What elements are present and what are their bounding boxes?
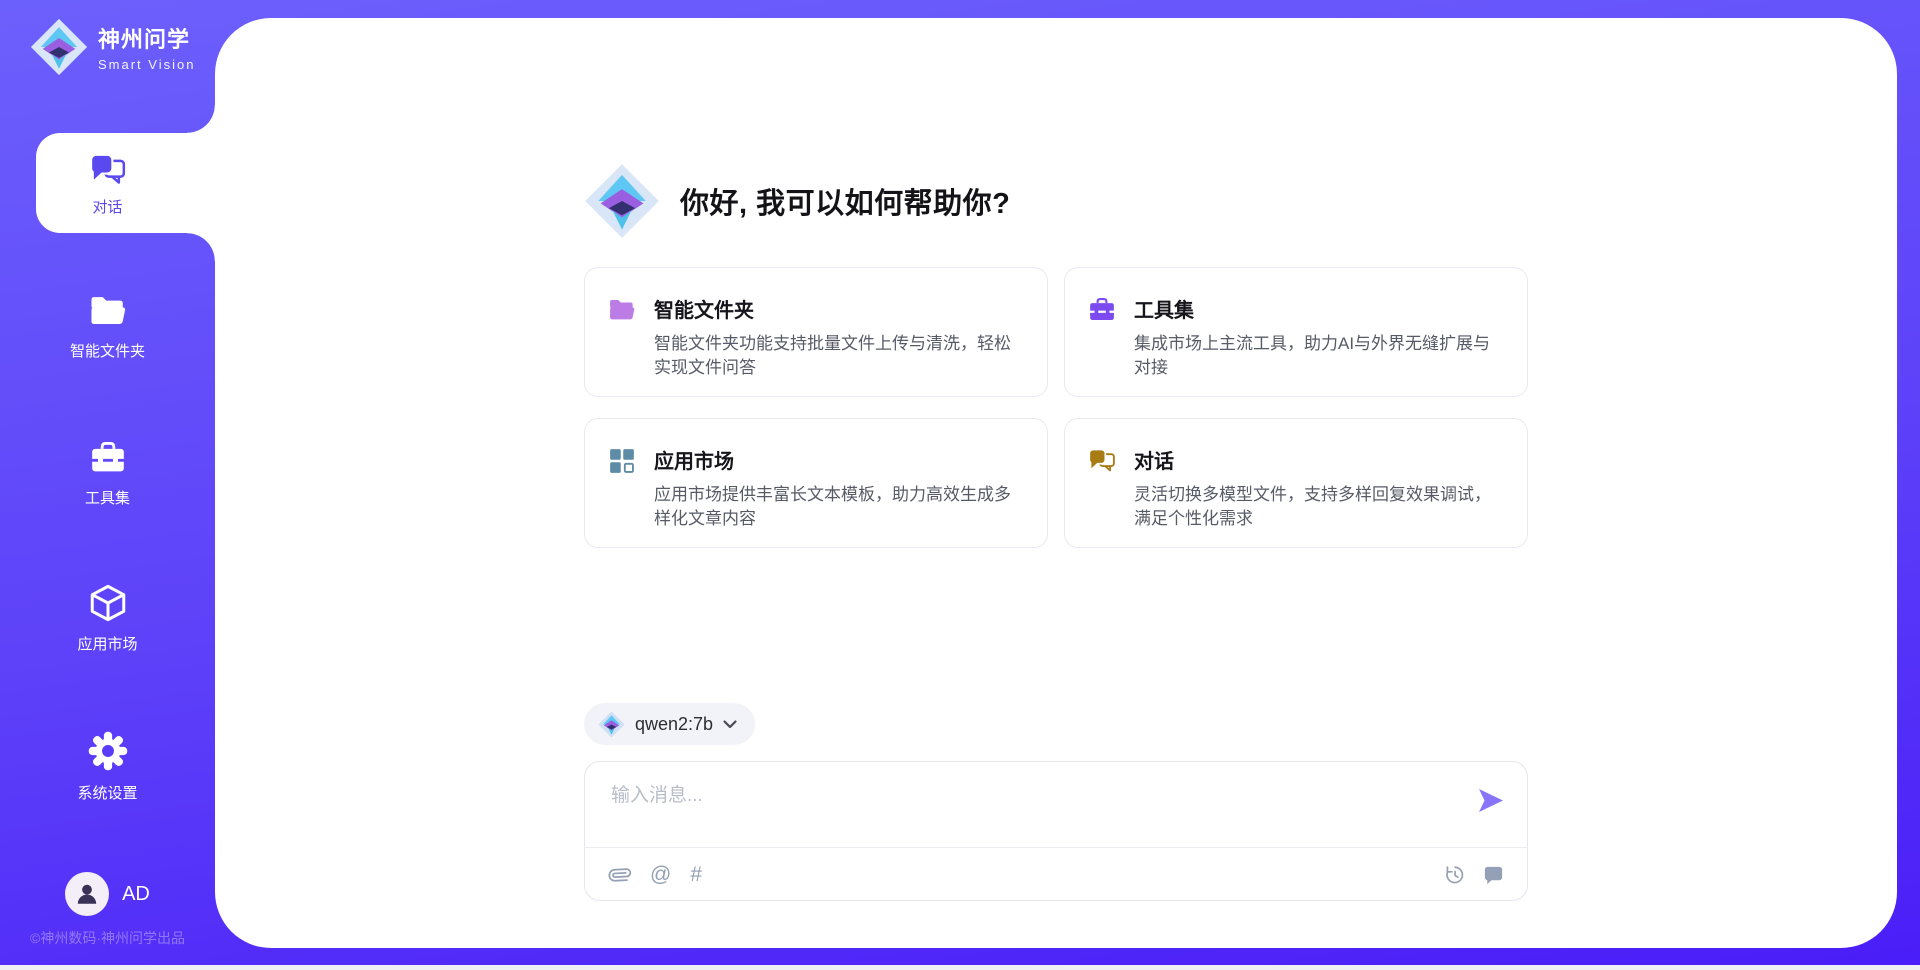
model-name: qwen2:7b xyxy=(635,714,713,735)
chat-bubble-icon xyxy=(1482,863,1505,886)
history-button[interactable] xyxy=(1443,863,1466,886)
sidebar-item-label: 应用市场 xyxy=(77,633,137,654)
card-title: 应用市场 xyxy=(654,445,1023,474)
folder-icon xyxy=(87,291,129,331)
logo-diamond-icon xyxy=(584,163,660,239)
message-input[interactable] xyxy=(611,780,1451,838)
logo-diamond-icon xyxy=(30,18,88,76)
greeting-row: 你好, 我可以如何帮助你? xyxy=(584,163,1528,239)
mention-icon: @ xyxy=(650,864,671,885)
card-description: 集成市场上主流工具，助力AI与外界无缝扩展与对接 xyxy=(1134,332,1503,380)
card-title: 智能文件夹 xyxy=(654,294,1023,323)
message-composer: @ # xyxy=(584,761,1528,901)
composer-toolbar: @ # xyxy=(609,848,1505,901)
user-profile[interactable]: AD xyxy=(0,872,215,916)
horizontal-scrollbar[interactable] xyxy=(0,965,1920,970)
sidebar-item-smart-folder[interactable]: 智能文件夹 xyxy=(0,291,215,361)
cube-icon xyxy=(87,582,129,624)
card-title: 工具集 xyxy=(1134,294,1503,323)
card-app-market[interactable]: 应用市场 应用市场提供丰富长文本模板，助力高效生成多样化文章内容 xyxy=(584,418,1048,548)
sidebar: 神州问学 Smart Vision xyxy=(0,0,215,970)
card-smart-folder[interactable]: 智能文件夹 智能文件夹功能支持批量文件上传与清洗，轻松实现文件问答 xyxy=(584,267,1048,397)
mention-button[interactable]: @ xyxy=(650,864,671,885)
main-panel: 你好, 我可以如何帮助你? 智能文件夹 智能文件夹功能支持批量文件上传与清洗，轻… xyxy=(215,18,1897,948)
feature-cards: 智能文件夹 智能文件夹功能支持批量文件上传与清洗，轻松实现文件问答 工具集 xyxy=(584,267,1528,548)
send-button[interactable] xyxy=(1477,787,1505,813)
attach-file-button[interactable] xyxy=(609,864,631,886)
grid-cube-icon xyxy=(607,446,637,476)
send-icon xyxy=(1477,788,1505,813)
quick-chat-button[interactable] xyxy=(1482,863,1505,886)
sidebar-item-label: 系统设置 xyxy=(77,782,137,803)
sidebar-item-settings[interactable]: 系统设置 xyxy=(0,729,215,803)
person-avatar-icon xyxy=(74,881,100,907)
brand-logo: 神州问学 Smart Vision xyxy=(30,18,195,76)
sidebar-item-label: 对话 xyxy=(92,196,122,217)
logo-diamond-icon xyxy=(598,711,625,738)
page-title: 你好, 我可以如何帮助你? xyxy=(680,180,1010,222)
chat-icon xyxy=(88,150,128,190)
sidebar-item-chat[interactable]: 对话 xyxy=(0,133,215,233)
history-icon xyxy=(1443,863,1466,886)
card-description: 灵活切换多模型文件，支持多样回复效果调试，满足个性化需求 xyxy=(1134,483,1503,531)
toolbox-icon xyxy=(1087,295,1117,325)
model-selector[interactable]: qwen2:7b xyxy=(584,703,755,745)
card-toolset[interactable]: 工具集 集成市场上主流工具，助力AI与外界无缝扩展与对接 xyxy=(1064,267,1528,397)
toolbox-icon xyxy=(88,438,128,478)
avatar xyxy=(65,872,109,916)
sidebar-item-label: 智能文件夹 xyxy=(70,340,145,361)
copyright-text: ©神州数码·神州问学出品 xyxy=(0,928,215,948)
sidebar-item-toolset[interactable]: 工具集 xyxy=(0,438,215,508)
brand-subtitle: Smart Vision xyxy=(98,57,195,72)
card-description: 应用市场提供丰富长文本模板，助力高效生成多样化文章内容 xyxy=(654,483,1023,531)
card-description: 智能文件夹功能支持批量文件上传与清洗，轻松实现文件问答 xyxy=(654,332,1023,380)
hash-button[interactable]: # xyxy=(690,864,702,885)
card-chat[interactable]: 对话 灵活切换多模型文件，支持多样回复效果调试，满足个性化需求 xyxy=(1064,418,1528,548)
chevron-down-icon xyxy=(723,720,737,729)
folder-icon xyxy=(607,295,637,325)
user-initials: AD xyxy=(122,883,150,906)
sidebar-item-app-market[interactable]: 应用市场 xyxy=(0,582,215,654)
attachment-icon xyxy=(609,864,631,886)
chat-icon xyxy=(1087,446,1117,476)
brand-name: 神州问学 xyxy=(98,22,195,54)
sidebar-item-label: 工具集 xyxy=(85,487,130,508)
card-title: 对话 xyxy=(1134,445,1503,474)
gear-icon xyxy=(86,729,130,773)
hash-icon: # xyxy=(690,864,702,885)
